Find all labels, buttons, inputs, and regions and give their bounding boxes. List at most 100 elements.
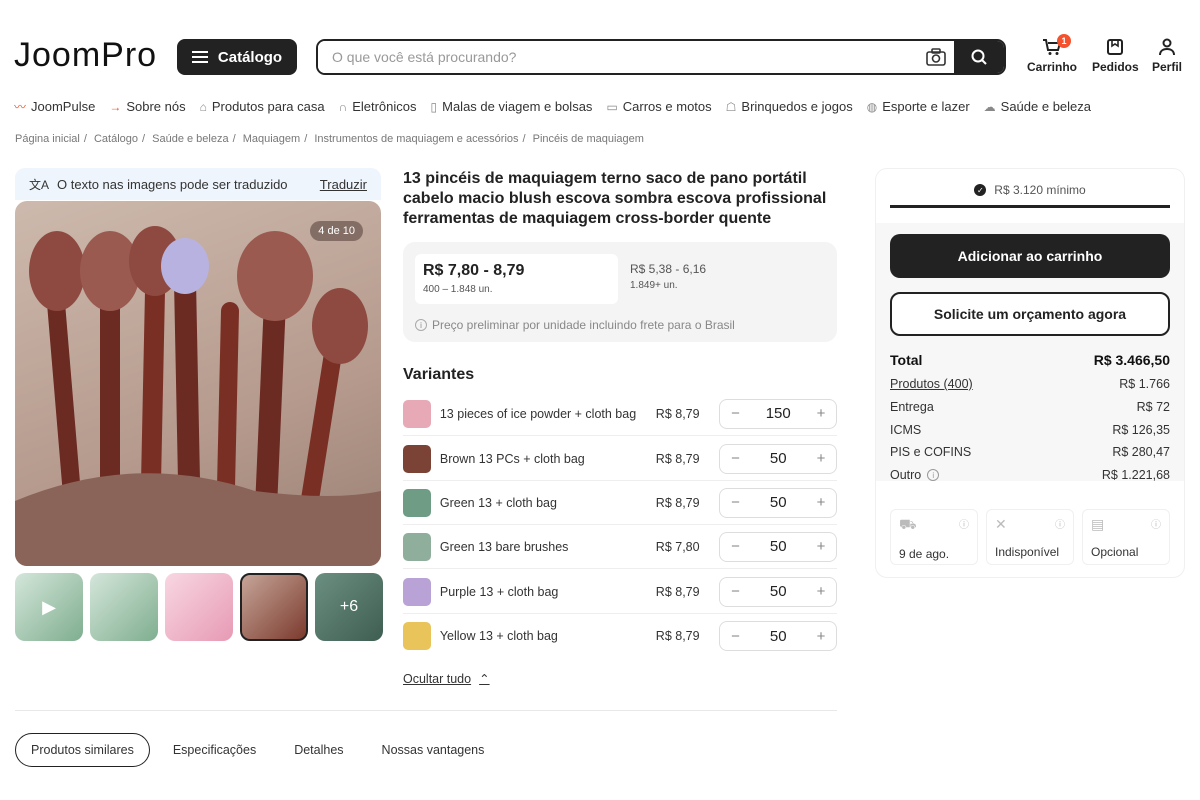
more-images-count: +6 <box>339 598 359 615</box>
order-panel: ✓ R$ 3.120 mínimo Adicionar ao carrinho … <box>875 168 1185 578</box>
variant-name: 13 pieces of ice powder + cloth bag <box>439 406 637 421</box>
camera-search-icon[interactable] <box>918 41 954 73</box>
tab-advantages[interactable]: Nossas vantagens <box>367 733 500 767</box>
add-to-cart-button[interactable]: Adicionar ao carrinho <box>890 234 1170 278</box>
breadcrumb-link[interactable]: Página inicial <box>15 133 80 145</box>
variant-price: R$ 8,79 <box>655 629 700 643</box>
breadcrumb-link[interactable]: Saúde e beleza <box>152 133 228 145</box>
variant-thumbnail <box>403 444 431 473</box>
variant-price: R$ 8,79 <box>655 451 700 466</box>
translate-banner: 文A O texto nas imagens pode ser traduzido… <box>15 168 381 200</box>
variant-price: R$ 8,79 <box>655 406 700 421</box>
minus-button[interactable]: − <box>728 628 742 645</box>
breadcrumb: Página inicial / Catálogo / Saúde e beleza… <box>15 133 644 145</box>
breadcrumb-current[interactable]: Pincéis de maquiagem <box>533 133 644 145</box>
orders-button[interactable]: Pedidos <box>1092 38 1139 74</box>
catalog-button[interactable]: Catálogo <box>177 39 297 75</box>
plus-button[interactable]: + <box>814 583 828 600</box>
quantity-value[interactable]: 50 <box>770 628 787 645</box>
breadcrumb-link[interactable]: Instrumentos de maquiagem e acessórios <box>314 133 518 145</box>
quantity-stepper: − 50 + <box>719 531 837 562</box>
check-icon: ✓ <box>974 184 987 196</box>
nav-item-electronics[interactable]: ∩ Eletrônicos <box>339 98 417 115</box>
nav-item-cars[interactable]: ▭ Carros e motos <box>606 98 711 115</box>
minus-button[interactable]: − <box>728 538 742 555</box>
minus-button[interactable]: − <box>728 450 742 467</box>
plus-button[interactable]: + <box>814 628 828 645</box>
price-tier-bulk[interactable]: R$ 5,38 - 6,16 1.849+ un. <box>630 262 706 291</box>
feature-service[interactable]: ✕ ⓘ Indisponível <box>986 509 1074 565</box>
minus-button[interactable]: − <box>728 583 742 600</box>
thumbnail[interactable] <box>165 573 233 641</box>
nav-item-sports[interactable]: ◍ Esporte e lazer <box>867 98 970 115</box>
summary-total: Total R$ 3.466,50 <box>890 352 1170 368</box>
ball-icon: ◍ <box>866 99 878 114</box>
nav-item-toys[interactable]: ☖ Brinquedos e jogos <box>726 98 853 115</box>
variants-heading: Variantes <box>403 366 475 383</box>
profile-label: Perfil <box>1152 60 1183 74</box>
quantity-value[interactable]: 50 <box>770 450 787 467</box>
search-button[interactable] <box>954 41 1004 73</box>
profile-button[interactable]: Perfil <box>1152 38 1182 74</box>
toy-icon: ☖ <box>725 99 737 114</box>
nav-item-home[interactable]: ⌂ Produtos para casa <box>200 98 325 115</box>
search-icon <box>971 49 987 65</box>
feature-delivery-date[interactable]: ⛟ ⓘ 9 de ago. <box>890 509 978 565</box>
price-tier-current[interactable]: R$ 7,80 - 8,79 400 – 1.848 un. <box>415 254 618 304</box>
quantity-value[interactable]: 50 <box>770 494 787 511</box>
info-icon: ⓘ <box>1151 520 1161 531</box>
minus-button[interactable]: − <box>728 405 742 422</box>
variant-name: Green 13 bare brushes <box>439 539 569 554</box>
request-quote-button[interactable]: Solicite um orçamento agora <box>890 292 1170 336</box>
thumbnail-selected[interactable] <box>240 573 308 641</box>
minimum-progress-bar <box>890 205 1170 208</box>
thumbnail-more[interactable]: +6 <box>315 573 383 641</box>
main-product-image[interactable]: 4 de 10 <box>15 201 381 566</box>
document-icon: ▤ <box>1091 516 1105 532</box>
thumbnail-video[interactable]: ▶ <box>15 573 83 641</box>
price-bulk: R$ 5,38 - 6,16 <box>630 262 707 276</box>
quantity-value[interactable]: 50 <box>770 583 787 600</box>
cart-count-badge: 1 <box>1057 34 1071 48</box>
image-counter: 4 de 10 <box>310 221 363 241</box>
variant-thumbnail <box>403 622 431 650</box>
logo[interactable]: JoomPro <box>14 36 157 75</box>
breadcrumb-link[interactable]: Maquiagem <box>243 133 300 145</box>
orders-label: Pedidos <box>1092 60 1139 74</box>
nav-item-joompulse[interactable]: 〰 JoomPulse <box>14 98 95 115</box>
home-icon: ⌂ <box>199 99 207 114</box>
search-input[interactable] <box>318 41 918 73</box>
variant-name: Green 13 + cloth bag <box>439 495 557 510</box>
tab-similar-products[interactable]: Produtos similares <box>15 733 150 767</box>
plus-button[interactable]: + <box>814 405 828 422</box>
thumbnail[interactable] <box>90 573 158 641</box>
plus-button[interactable]: + <box>814 450 828 467</box>
nav-item-luggage[interactable]: ▯ Malas de viagem e bolsas <box>431 98 593 115</box>
info-icon: ⓘ <box>1055 520 1065 531</box>
variant-thumbnail <box>403 488 431 517</box>
tab-details[interactable]: Detalhes <box>279 733 358 767</box>
breadcrumb-link[interactable]: Catálogo <box>94 133 138 145</box>
chevron-up-icon: ⌃ <box>479 672 490 686</box>
nav-item-about[interactable]: → Sobre nós <box>109 98 185 115</box>
tab-specifications[interactable]: Especificações <box>158 733 271 767</box>
variant-row: Green 13 bare brushes R$ 7,80 − 50 + <box>403 525 837 569</box>
variant-thumbnail <box>403 532 431 561</box>
hide-all-link[interactable]: Ocultar tudo ⌃ <box>403 671 490 687</box>
cart-button[interactable]: 1 Carrinho <box>1027 34 1077 74</box>
quantity-value[interactable]: 150 <box>766 405 791 422</box>
products-link[interactable]: Produtos (400) <box>890 377 973 391</box>
feature-document[interactable]: ▤ ⓘ Opcional <box>1082 509 1170 565</box>
info-icon[interactable]: i <box>927 469 940 481</box>
variant-name: Brown 13 PCs + cloth bag <box>439 451 585 466</box>
minus-button[interactable]: − <box>728 494 742 511</box>
nav-item-beauty[interactable]: ☁ Saúde e beleza <box>984 98 1091 115</box>
plus-button[interactable]: + <box>814 538 828 555</box>
qty-current: 400 – 1.848 un. <box>423 284 493 295</box>
translate-link[interactable]: Traduzir <box>320 177 367 192</box>
headphones-icon: ∩ <box>338 99 348 114</box>
plus-button[interactable]: + <box>814 494 828 511</box>
summary-other: Outro i R$ 1.221,68 <box>890 468 1170 482</box>
quantity-value[interactable]: 50 <box>770 538 787 555</box>
car-icon: ▭ <box>606 99 618 114</box>
